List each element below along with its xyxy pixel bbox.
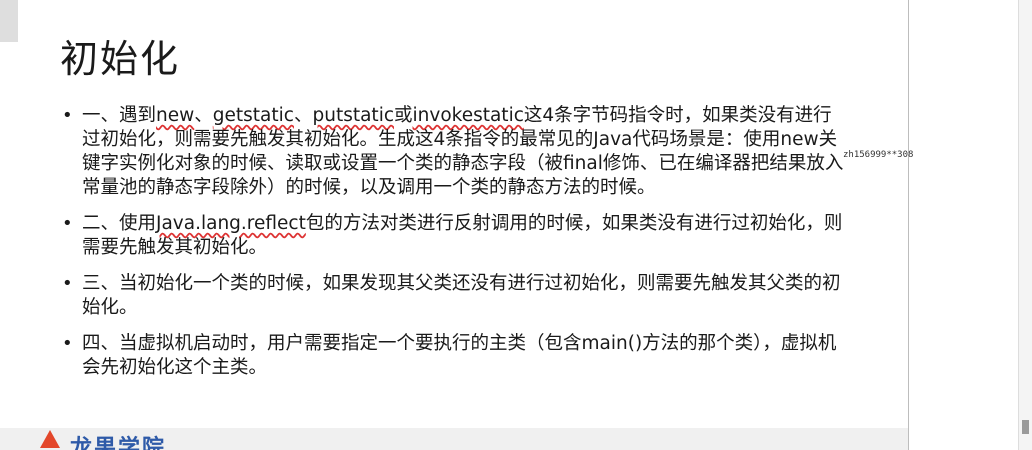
bullet-list: • 一、遇到new、getstatic、putstatic或invokestat… — [60, 104, 850, 392]
text-segment: 四、当虚拟机启动时，用户需要指定一个要执行的主类（包含main()方法的那个类）… — [82, 333, 837, 378]
bullet-text: 四、当虚拟机启动时，用户需要指定一个要执行的主类（包含main()方法的那个类）… — [82, 333, 836, 378]
bullet-dot-icon: • — [62, 213, 73, 234]
bullet-dot-icon: • — [62, 273, 73, 294]
corner-mark — [0, 0, 18, 42]
text-segment: 、 — [293, 105, 313, 126]
slide-title: 初始化 — [60, 37, 181, 81]
bullet-dot-icon: • — [62, 105, 73, 126]
underlined-keyword: getstatic — [212, 105, 294, 126]
flame-icon — [40, 430, 60, 448]
text-segment: 、 — [194, 105, 213, 126]
bullet-item: • 四、当虚拟机启动时，用户需要指定一个要执行的主类（包含main()方法的那个… — [60, 332, 850, 380]
bullet-text: 三、当初始化一个类的时候，如果发现其父类还没有进行过初始化，则需要先触发其父类的… — [82, 273, 841, 318]
text-segment: 一、遇到 — [82, 105, 157, 126]
underlined-keyword: Java.lang.reflect — [156, 213, 306, 234]
bullet-item: • 三、当初始化一个类的时候，如果发现其父类还没有进行过初始化，则需要先触发其父… — [60, 272, 850, 320]
text-segment: 或 — [394, 105, 413, 126]
footer-logo-text: 龙果学院 — [70, 436, 167, 450]
bullet-item: • 二、使用Java.lang.reflect包的方法对类进行反射调用的时候，如… — [60, 212, 850, 260]
underlined-keyword: invokestatic — [412, 105, 524, 126]
text-segment: 二、使用 — [82, 213, 157, 234]
underlined-keyword: new — [156, 105, 195, 126]
bullet-text: 一、遇到new、getstatic、putstatic或invokestatic… — [82, 105, 843, 198]
vertical-scrollbar[interactable] — [1018, 0, 1032, 450]
underlined-keyword: putstatic — [312, 105, 394, 126]
scrollbar-thumb[interactable] — [1022, 420, 1029, 434]
slide-canvas: 初始化 • 一、遇到new、getstatic、putstatic或invoke… — [0, 0, 908, 450]
side-panel — [908, 0, 1032, 450]
text-segment: 三、当初始化一个类的时候，如果发现其父类还没有进行过初始化，则需要先触发其父类的… — [82, 273, 841, 318]
watermark-text: zh156999**308 — [843, 150, 914, 160]
bullet-text: 二、使用Java.lang.reflect包的方法对类进行反射调用的时候，如果类… — [82, 213, 842, 258]
bullet-dot-icon: • — [62, 333, 73, 354]
bullet-item: • 一、遇到new、getstatic、putstatic或invokestat… — [60, 104, 850, 200]
